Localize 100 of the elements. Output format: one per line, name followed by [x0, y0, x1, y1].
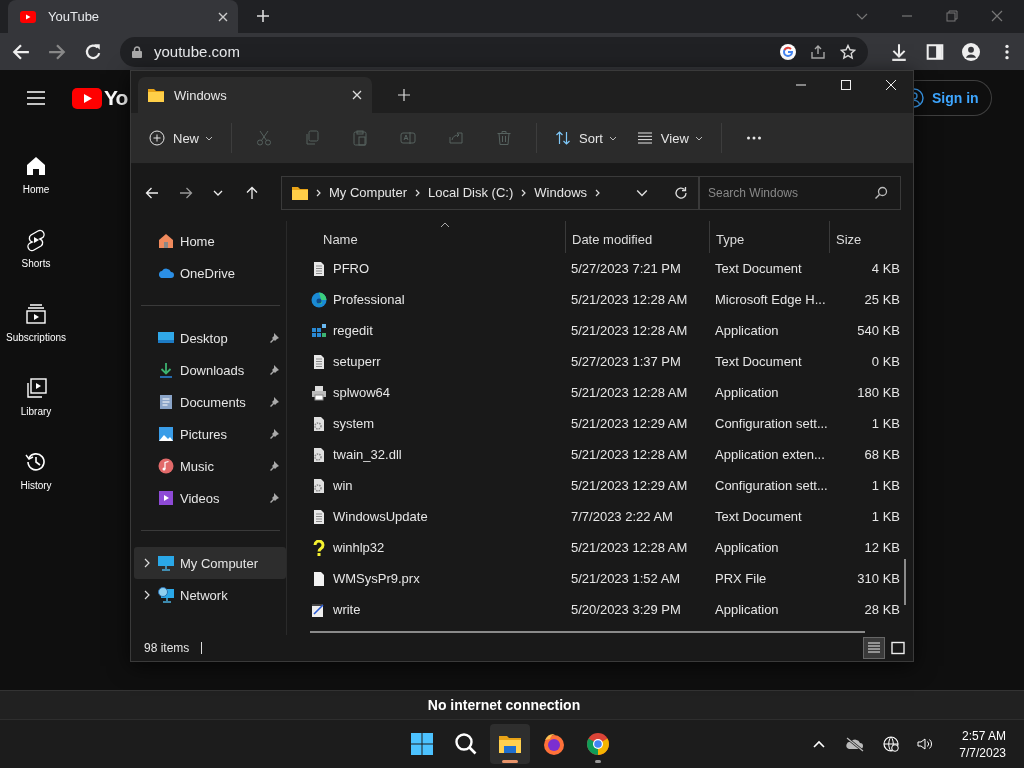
nav-item[interactable]: My Computer	[134, 547, 286, 579]
file-name[interactable]: twain_32.dll	[333, 447, 402, 462]
nav-item[interactable]: Desktop	[134, 322, 286, 354]
nav-item[interactable]: Documents	[134, 386, 286, 418]
size-cell-text: 0 KB	[870, 354, 901, 369]
file-name[interactable]: system	[333, 416, 375, 431]
globe-icon[interactable]	[883, 736, 900, 752]
nav-label: History	[20, 480, 52, 491]
close-icon[interactable]	[218, 11, 228, 22]
clock-time[interactable]: 2:57 AM	[961, 728, 1006, 743]
address-bar[interactable]: youtube.com	[120, 36, 868, 67]
download-icon[interactable]	[890, 42, 908, 61]
chevron-down-icon[interactable]	[636, 188, 648, 197]
up-arrow-icon[interactable]	[245, 185, 259, 200]
file-name[interactable]: WMSysPr9.prx	[333, 571, 420, 586]
nav-label: Desktop	[180, 330, 229, 346]
taskbar-app[interactable]	[490, 724, 530, 764]
share-icon[interactable]	[810, 43, 826, 60]
chevron-right-icon[interactable]	[415, 188, 421, 197]
question-icon	[311, 539, 327, 556]
date-cell-text: 5/20/2023 3:29 PM	[570, 602, 682, 617]
file-name[interactable]: PFRO	[333, 261, 370, 276]
profile-icon[interactable]	[962, 42, 980, 61]
star-icon[interactable]	[840, 43, 856, 60]
desktop-icon	[158, 330, 174, 346]
scrollbar[interactable]	[310, 631, 865, 633]
scrollbar[interactable]	[904, 559, 906, 605]
column-header[interactable]: Date modified	[565, 221, 709, 253]
file-name[interactable]: winhlp32	[333, 540, 385, 555]
nav-item[interactable]: Pictures	[134, 418, 286, 450]
search-field[interactable]: Search Windows	[699, 175, 901, 210]
size-cell-text: 540 KB	[856, 323, 901, 338]
back-icon[interactable]	[145, 185, 159, 200]
nav-item[interactable]: Videos	[134, 482, 286, 514]
breadcrumb-item[interactable]: Local Disk (C:)	[428, 185, 514, 200]
column-header[interactable]: Size	[829, 221, 901, 253]
view-button[interactable]: View	[628, 121, 711, 155]
nav-item[interactable]: Network	[134, 579, 286, 611]
restore-icon[interactable]	[946, 10, 958, 22]
sort-button[interactable]: Sort	[547, 121, 625, 155]
column-header[interactable]: Type	[709, 221, 829, 253]
clock-date[interactable]: 7/7/2023	[959, 745, 1006, 760]
refresh-icon[interactable]	[674, 185, 688, 200]
breadcrumb-item[interactable]: My Computer	[329, 185, 408, 200]
nav-item[interactable]: Library	[0, 376, 72, 426]
size-cell-text: 25 KB	[863, 292, 901, 307]
chevron-down-icon[interactable]	[213, 189, 223, 196]
tab-title: YouTube	[48, 9, 101, 24]
menu-icon[interactable]	[27, 91, 45, 105]
browser-tab[interactable]: YouTube	[8, 0, 238, 33]
file-name[interactable]: setuperr	[333, 354, 381, 369]
forward-icon[interactable]	[179, 185, 193, 200]
document-icon	[158, 394, 174, 410]
network-icon	[158, 587, 174, 603]
nav-item[interactable]: Subscriptions	[0, 302, 72, 352]
view-toggle[interactable]	[863, 637, 885, 659]
history-icon	[24, 450, 48, 474]
g-circle-icon[interactable]	[780, 43, 796, 60]
nav-item[interactable]: Music	[134, 450, 286, 482]
plus-icon[interactable]	[398, 89, 410, 101]
chevron-right-icon[interactable]	[595, 188, 601, 197]
chevron-right-icon[interactable]	[142, 590, 152, 600]
nav-item[interactable]: History	[0, 450, 72, 500]
column-header[interactable]: Name	[309, 221, 565, 253]
side-panel-icon[interactable]	[926, 42, 944, 61]
breadcrumb-item[interactable]: Windows	[534, 185, 588, 200]
forward-icon[interactable]	[48, 42, 66, 61]
file-name[interactable]: write	[333, 602, 361, 617]
browser-logo-icon	[586, 732, 610, 756]
chevron-right-icon[interactable]	[142, 558, 152, 568]
chevron-right-icon[interactable]	[316, 188, 321, 197]
file-name[interactable]: Professional	[333, 292, 405, 307]
file-name[interactable]: splwow64	[333, 385, 391, 400]
play-logo-icon[interactable]	[72, 87, 102, 109]
running-indicator	[502, 760, 518, 763]
date-cell-text: 5/21/2023 12:28 AM	[570, 323, 689, 338]
nav-item[interactable]: Home	[134, 225, 286, 257]
nav-item[interactable]: OneDrive	[134, 257, 286, 289]
date-cell-text: 5/21/2023 12:29 AM	[570, 416, 689, 431]
file-name[interactable]: WindowsUpdate	[333, 509, 428, 524]
maximize-icon[interactable]	[840, 79, 852, 91]
nav-item[interactable]: Home	[0, 154, 72, 204]
type-cell-text: Text Document	[714, 354, 803, 369]
nav-item[interactable]: Shorts	[0, 228, 72, 278]
type-cell-text: Text Document	[714, 261, 803, 276]
address-bar[interactable]: My Computer Local Disk (C:) Windows	[281, 175, 699, 210]
size-cell-text: 28 KB	[863, 602, 901, 617]
back-icon[interactable]	[12, 42, 30, 61]
chevron-right-icon[interactable]	[521, 188, 527, 197]
nav-item[interactable]: Downloads	[134, 354, 286, 386]
file-name[interactable]: win	[333, 478, 353, 493]
reload-icon[interactable]	[84, 42, 102, 61]
file-name[interactable]: regedit	[333, 323, 373, 338]
speaker-icon[interactable]	[917, 736, 934, 752]
search-icon[interactable]	[874, 185, 888, 200]
nav-label: OneDrive	[180, 265, 236, 281]
explorer-tab[interactable]: Windows	[138, 77, 372, 113]
new-button[interactable]: New	[141, 121, 221, 155]
cloud-off-icon[interactable]	[845, 734, 866, 754]
plus-icon[interactable]	[256, 9, 270, 23]
